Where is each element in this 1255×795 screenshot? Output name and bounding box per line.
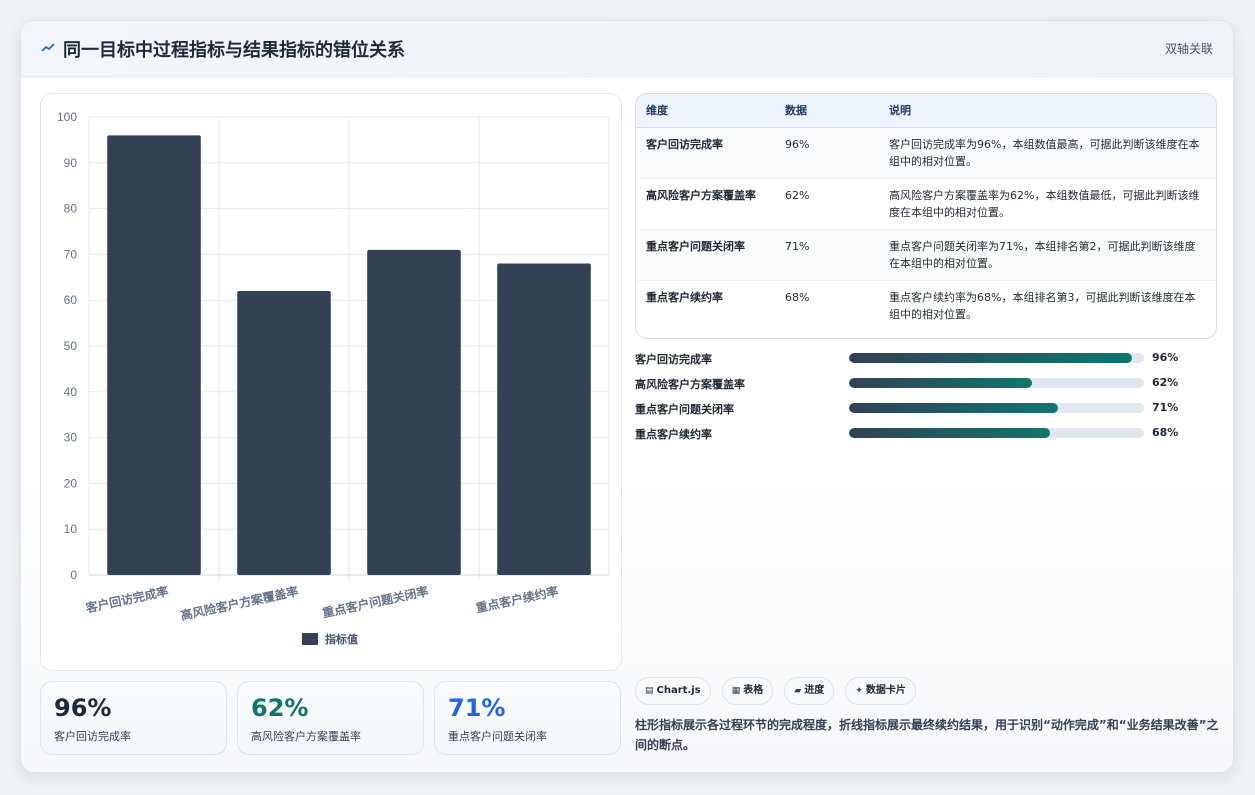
table-cell-dimension: 重点客户续约率 [646,290,723,304]
table-cell-dimension: 客户回访完成率 [636,127,775,179]
y-tick-label: 0 [70,568,77,582]
feature-chips: ▤ Chart.js ▦ 表格 ▰ 进度 ✦ 数据卡片 [635,677,922,707]
progress-value: 68% [1152,426,1179,439]
table-cell-value: 96% [775,127,879,179]
bar [237,291,331,575]
table-row: 重点客户续约率 68% 重点客户续约率为68%，本组排名第3，可据此判断该维度在… [636,280,1216,331]
chip-label: 进度 [804,685,825,696]
progress-label: 客户回访完成率 [635,353,712,366]
table-cell-description: 重点客户续约率为68%，本组排名第3，可据此判断该维度在本组中的相对位置。 [889,290,1196,321]
kpi-card: 62% 高风险客户方案覆盖率 [237,681,424,755]
kpi-value: 96% [54,694,112,722]
table-cell-value: 71% [775,229,879,281]
x-tick-label: 高风险客户方案覆盖率 [179,583,300,623]
progress-label: 重点客户问题关闭率 [635,403,734,416]
main-card: 同一目标中过程指标与结果指标的错位关系 双轴关联 0 10 20 30 40 50 60 70… [20,20,1234,773]
footnote: 柱形指标展示各过程环节的完成程度，折线指标展示最终续约结果，用于识别“动作完成”… [635,718,1219,752]
table-cell-value: 68% [785,290,810,304]
progress-track [849,353,1144,363]
progress-row: 重点客户问题关闭率 71% [635,397,1217,422]
data-table-panel: 维度 数据 说明 客户回访完成率 96% 客户回访完成率为96%，本组数值最高，… [635,93,1217,339]
y-tick-label: 30 [64,431,78,445]
table-cell-description: 客户回访完成率为96%，本组数值最高，可据此判断该维度在本组中的相对位置。 [879,127,1216,179]
progress-fill [849,428,1050,438]
kpi-value: 62% [251,694,309,722]
kpi-label: 重点客户问题关闭率 [448,730,547,743]
bar-chart-panel: 0 10 20 30 40 50 60 70 80 90 100 客户回访完成率 高风险客户方案覆盖率重… [40,93,622,671]
y-tick-label: 50 [64,339,78,353]
kpi-label: 客户回访完成率 [54,730,131,743]
table-row: 重点客户问题关闭率 71% 重点客户问题关闭率为71%，本组排名第2，可据此判断… [636,229,1216,281]
header-tag: 双轴关联 [1164,42,1213,56]
page-title: 同一目标中过程指标与结果指标的错位关系 [63,40,405,61]
progress-row: 高风险客户方案覆盖率 62% [635,372,1217,397]
table-header-row: 维度 数据 说明 [636,94,1216,128]
bar-chart: 0102030405060708090100客户回访完成率 高风险客户方案覆盖率重… [57,110,610,646]
trend-icon [41,43,55,52]
progress-value: 96% [1152,351,1179,364]
bar [497,263,591,575]
y-tick-label: 20 [64,476,78,490]
legend-swatch [302,633,318,645]
table-cell-description: 重点客户问题关闭率为71%，本组排名第2，可据此判断该维度在本组中的相对位置。 [879,229,1216,281]
table-icon: ▦ [731,686,741,696]
y-tick-label: 40 [64,385,78,399]
chart-icon: ▤ [645,686,654,696]
chip-progress[interactable]: ▰ 进度 [784,677,835,705]
chip-chartjs[interactable]: ▤ Chart.js [635,677,711,705]
sparkle-icon: ✦ [855,686,863,696]
progress-icon: ▰ [794,686,802,696]
x-tick-label: 重点客户续约率 [474,583,559,615]
kpi-card: 71% 重点客户问题关闭率 [434,681,621,755]
chip-data-card[interactable]: ✦ 数据卡片 [845,677,916,705]
x-tick-label: 客户回访完成率 [83,583,169,615]
y-tick-label: 100 [57,110,77,124]
table-cell-dimension: 重点客户问题关闭率 [636,229,775,281]
chip-label: 数据卡片 [865,685,906,696]
table-header-value: 数据 [775,94,879,128]
chip-label: Chart.js [656,685,701,696]
progress-row: 客户回访完成率 96% [635,347,1217,372]
bar [107,135,201,575]
progress-fill [849,378,1032,388]
legend-label: 指标值 [325,632,358,646]
progress-value: 62% [1152,376,1179,389]
y-tick-label: 10 [64,522,78,536]
progress-track [849,403,1144,413]
bar [367,249,461,575]
table-header-description: 说明 [879,94,1216,128]
card-header: 同一目标中过程指标与结果指标的错位关系 双轴关联 [21,21,1233,77]
kpi-label: 高风险客户方案覆盖率 [251,730,361,743]
progress-row: 重点客户续约率 68% [635,422,1217,447]
kpi-card: 96% 客户回访完成率 [40,681,227,755]
progress-label: 高风险客户方案覆盖率 [635,378,745,391]
table-cell-description: 高风险客户方案覆盖率为62%，本组数值最低，可据此判断该维度在本组中的相对位置。 [879,178,1216,230]
progress-label: 重点客户续约率 [635,428,712,441]
y-tick-label: 70 [64,247,78,261]
progress-fill [849,403,1059,413]
table-cell-dimension: 高风险客户方案覆盖率 [636,178,775,230]
table-row: 客户回访完成率 96% 客户回访完成率为96%，本组数值最高，可据此判断该维度在… [636,127,1216,179]
progress-list: 客户回访完成率 96% 高风险客户方案覆盖率 62% 重点客户问题关闭率 71%… [635,347,1217,447]
x-tick-label: 重点客户问题关闭率 [321,583,430,620]
progress-track [849,428,1144,438]
progress-track [849,378,1144,388]
chip-label: 表格 [743,685,764,696]
y-tick-label: 90 [64,156,78,170]
y-tick-label: 60 [64,293,78,307]
data-table: 维度 数据 说明 客户回访完成率 96% 客户回访完成率为96%，本组数值最高，… [636,94,1216,331]
table-cell-value: 62% [775,178,879,230]
progress-value: 71% [1152,401,1179,414]
chip-table[interactable]: ▦ 表格 [721,677,774,705]
y-tick-label: 80 [64,202,78,216]
kpi-value: 71% [448,694,506,722]
progress-fill [849,353,1133,363]
table-header-dimension: 维度 [636,94,775,128]
table-row: 高风险客户方案覆盖率 62% 高风险客户方案覆盖率为62%，本组数值最低，可据此… [636,178,1216,230]
